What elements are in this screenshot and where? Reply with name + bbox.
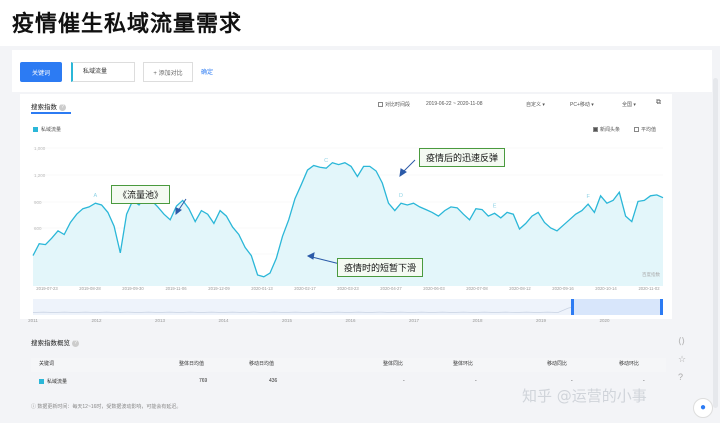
- x-tick-label: 2020-04-27: [380, 286, 402, 291]
- chat-icon[interactable]: ●: [693, 398, 713, 418]
- row-mobile-avg: 436: [269, 378, 278, 384]
- event-marker: E: [493, 203, 497, 209]
- overview-year-label: 2016: [345, 318, 356, 323]
- event-marker: C: [324, 158, 328, 164]
- annotation-drop: 疫情时的短暂下滑: [337, 258, 424, 277]
- x-tick-label: 2020-07-08: [466, 286, 488, 291]
- question-icon[interactable]: ?: [678, 372, 683, 382]
- update-note: ⓘ 数据更新时间：每天12~16时，受数据波动影响，可能会有延迟。: [31, 404, 182, 410]
- x-tick-label: 2019-07-23: [36, 286, 58, 291]
- navigator-window[interactable]: [571, 299, 663, 315]
- overview-year-label: 2015: [282, 318, 293, 323]
- col-keyword: 关键词: [39, 361, 55, 367]
- x-tick-label: 2019-09-30: [122, 286, 144, 291]
- x-tick-label: 2020-11-02: [638, 286, 660, 291]
- event-marker: A: [94, 193, 98, 199]
- x-tick-label: 2019-11-06: [165, 286, 187, 291]
- y-tick-label: 600: [34, 226, 42, 231]
- table-header: 关键词 整体日均值 移动日均值 整体同比 整体环比 移动同比 移动环比: [31, 358, 666, 372]
- overview-year-label: 2017: [409, 318, 420, 323]
- x-tick-label: 2020-09-16: [552, 286, 574, 291]
- col-mobile-mom: 移动环比: [619, 361, 640, 367]
- x-tick-label: 2020-10-14: [595, 286, 617, 291]
- x-tick-label: 2020-01-13: [251, 286, 273, 291]
- overview-year-label: 2012: [91, 318, 102, 323]
- x-tick-label: 2020-08-12: [509, 286, 531, 291]
- col-overall-mom: 整体环比: [453, 361, 474, 367]
- y-tick-label: 1,000: [34, 146, 46, 151]
- annotation-pool: 《流量池》: [111, 185, 171, 204]
- col-mobile-yoy: 移动同比: [547, 361, 568, 367]
- x-tick-label: 2020-06-03: [423, 286, 445, 291]
- legend-swatch: [39, 379, 44, 385]
- event-marker: D: [399, 193, 403, 199]
- x-tick-label: 2020-02-17: [294, 286, 316, 291]
- row-mobile-mom: -: [643, 378, 645, 384]
- star-icon[interactable]: ☆: [678, 354, 686, 365]
- y-tick-label: 900: [34, 200, 42, 205]
- col-overall-yoy: 整体同比: [383, 361, 404, 367]
- overview-year-label: 2020: [599, 318, 610, 323]
- source-label: 百度指数: [642, 271, 660, 278]
- x-tick-label: 2019-12-09: [208, 286, 230, 291]
- y-tick-label: 1,200: [34, 173, 46, 178]
- annotation-rebound: 疫情后的迅速反弹: [419, 148, 506, 167]
- col-mobile-avg: 移动日均值: [249, 361, 275, 367]
- overview-year-label: 2013: [155, 318, 166, 323]
- help-icon[interactable]: ?: [72, 339, 79, 347]
- zhihu-watermark: 知乎 @运营的小事: [522, 387, 647, 405]
- share-icon[interactable]: ⟨⟩: [678, 336, 685, 347]
- row-mobile-yoy: -: [571, 378, 573, 384]
- navigator-handle-left[interactable]: [571, 299, 574, 315]
- row-keyword: 私域流量: [39, 378, 67, 385]
- navigator-handle-right[interactable]: [660, 299, 663, 315]
- row-overall-yoy: -: [403, 378, 405, 384]
- page-scrollbar[interactable]: [713, 78, 718, 408]
- row-overall-mom: -: [475, 378, 477, 384]
- overview-year-label: 2014: [218, 318, 229, 323]
- x-tick-label: 2020-03-23: [337, 286, 359, 291]
- x-tick-label: 2019-08-28: [79, 286, 101, 291]
- row-overall-avg: 769: [199, 378, 208, 384]
- overview-year-label: 2019: [536, 318, 547, 323]
- event-marker: F: [586, 194, 590, 200]
- overview-year-label: 2018: [472, 318, 483, 323]
- overview-year-label: 2011: [28, 318, 38, 323]
- col-overall-avg: 整体日均值: [179, 361, 205, 367]
- overview-title: 搜索指数概览?: [31, 337, 79, 347]
